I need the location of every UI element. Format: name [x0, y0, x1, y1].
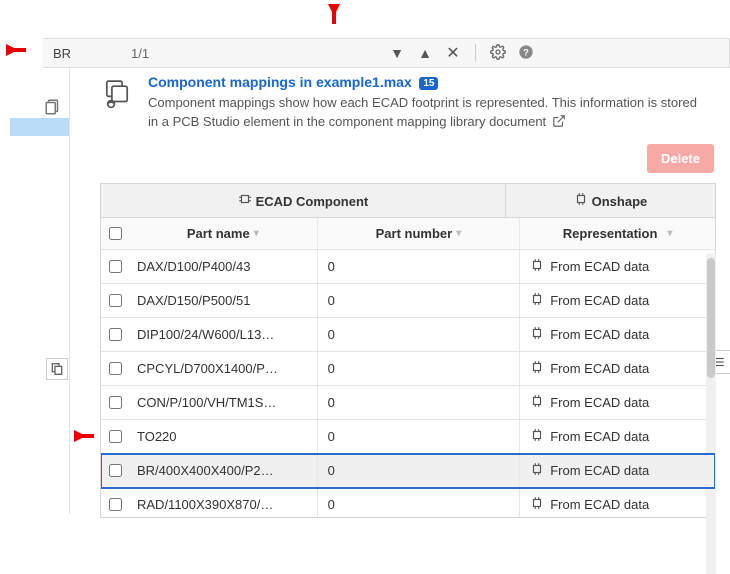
- cell-part-name: RAD/1100X390X870/…: [129, 488, 318, 518]
- open-external-icon[interactable]: [552, 114, 566, 134]
- cell-part-name: CON/P/100/VH/TM1S…: [129, 386, 318, 419]
- table-row[interactable]: BR/400X400X400/P2…0From ECAD data: [101, 454, 715, 488]
- cell-representation[interactable]: From ECAD data: [520, 284, 715, 317]
- help-icon[interactable]: ?: [516, 44, 536, 63]
- cell-part-number: 0: [318, 420, 521, 453]
- find-close-icon[interactable]: ✕: [443, 43, 463, 63]
- count-badge: 15: [419, 77, 438, 90]
- row-checkbox[interactable]: [109, 294, 122, 307]
- component-library-icon[interactable]: [46, 358, 68, 380]
- column-group-onshape: Onshape: [506, 184, 715, 217]
- chip-icon: [530, 394, 544, 411]
- col-part-name[interactable]: Part name▾: [129, 218, 318, 249]
- cell-part-number: 0: [318, 454, 521, 487]
- sort-icon: ▾: [456, 228, 461, 239]
- left-sidebar: [0, 68, 70, 514]
- row-checkbox[interactable]: [109, 362, 122, 375]
- delete-button[interactable]: Delete: [647, 144, 714, 173]
- cell-part-name: CPCYL/D700X1400/P…: [129, 352, 318, 385]
- separator: [475, 44, 476, 62]
- panel-title: Component mappings in example1.max: [148, 74, 412, 90]
- cell-part-name: DAX/D100/P400/43: [129, 250, 318, 283]
- table-row[interactable]: RAD/1100X390X870/…0From ECAD data: [101, 488, 715, 518]
- cell-representation[interactable]: From ECAD data: [520, 386, 715, 419]
- main-panel: Component mappings in example1.max 15 Co…: [100, 74, 716, 514]
- onshape-icon: [574, 194, 592, 209]
- table-row[interactable]: DIP100/24/W600/L13…0From ECAD data: [101, 318, 715, 352]
- annotation-arrow-findbar: [6, 44, 36, 56]
- table-row[interactable]: DAX/D150/P500/510From ECAD data: [101, 284, 715, 318]
- cell-part-number: 0: [318, 352, 521, 385]
- cell-representation[interactable]: From ECAD data: [520, 318, 715, 351]
- chip-icon: [530, 462, 544, 479]
- vertical-scrollbar[interactable]: [706, 254, 716, 574]
- find-counter: 1/1: [131, 46, 251, 61]
- row-checkbox[interactable]: [109, 498, 122, 511]
- cell-part-name: DAX/D150/P500/51: [129, 284, 318, 317]
- component-mappings-icon: [100, 74, 136, 113]
- chip-icon: [530, 428, 544, 445]
- documents-icon[interactable]: [44, 98, 62, 119]
- cell-part-number: 0: [318, 250, 521, 283]
- annotation-arrow-match-row: [74, 430, 104, 442]
- cell-part-name: BR/400X400X400/P2…: [129, 454, 318, 487]
- col-part-number[interactable]: Part number▾: [318, 218, 521, 249]
- cell-part-name: DIP100/24/W600/L13…: [129, 318, 318, 351]
- cell-part-number: 0: [318, 488, 521, 518]
- table-header-row: Part name▾ Part number▾ Representation▾: [101, 218, 715, 250]
- cell-part-name: TO220: [129, 420, 318, 453]
- scrollbar-thumb[interactable]: [707, 258, 715, 378]
- row-checkbox[interactable]: [109, 328, 122, 341]
- table-row[interactable]: DAX/D100/P400/430From ECAD data: [101, 250, 715, 284]
- chip-icon: [530, 496, 544, 513]
- sort-icon: ▾: [667, 228, 672, 239]
- table-row[interactable]: TO2200From ECAD data: [101, 420, 715, 454]
- chip-icon: [238, 194, 256, 209]
- sort-icon: ▾: [254, 228, 259, 239]
- find-prev-icon[interactable]: ▲: [415, 45, 435, 61]
- cell-representation[interactable]: From ECAD data: [520, 488, 715, 518]
- cell-part-number: 0: [318, 284, 521, 317]
- cell-representation[interactable]: From ECAD data: [520, 420, 715, 453]
- table-row[interactable]: CPCYL/D700X1400/P…0From ECAD data: [101, 352, 715, 386]
- find-next-icon[interactable]: ▼: [387, 45, 407, 61]
- mappings-table: ECAD Component Onshape Part name▾ Part n…: [100, 183, 716, 518]
- chip-icon: [530, 360, 544, 377]
- row-checkbox[interactable]: [109, 396, 122, 409]
- chip-icon: [530, 326, 544, 343]
- row-checkbox[interactable]: [109, 260, 122, 273]
- settings-gear-icon[interactable]: [488, 44, 508, 63]
- panel-description: Component mappings show how each ECAD fo…: [148, 94, 708, 134]
- cell-representation[interactable]: From ECAD data: [520, 352, 715, 385]
- cell-representation[interactable]: From ECAD data: [520, 250, 715, 283]
- row-checkbox[interactable]: [109, 464, 122, 477]
- chip-icon: [530, 258, 544, 275]
- cell-part-number: 0: [318, 386, 521, 419]
- annotation-arrow-next: [328, 4, 340, 34]
- cell-representation[interactable]: From ECAD data: [520, 454, 715, 487]
- cell-part-number: 0: [318, 318, 521, 351]
- find-bar: BR 1/1 ▼ ▲ ✕ ?: [43, 38, 730, 68]
- sidebar-selected-item[interactable]: [10, 118, 69, 136]
- svg-text:?: ?: [523, 47, 529, 57]
- col-representation[interactable]: Representation▾: [520, 218, 715, 249]
- column-group-ecad: ECAD Component: [101, 184, 506, 217]
- row-checkbox[interactable]: [109, 430, 122, 443]
- select-all-checkbox[interactable]: [109, 227, 122, 240]
- table-row[interactable]: CON/P/100/VH/TM1S…0From ECAD data: [101, 386, 715, 420]
- find-query[interactable]: BR: [53, 46, 113, 61]
- chip-icon: [530, 292, 544, 309]
- panel-header: Component mappings in example1.max 15 Co…: [100, 74, 716, 134]
